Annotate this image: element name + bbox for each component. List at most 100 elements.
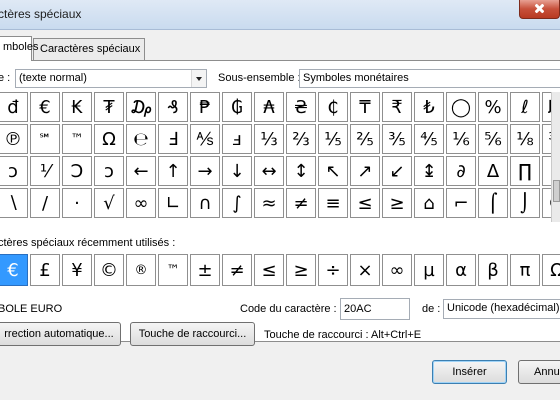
symbol-cell[interactable]: ↄ bbox=[0, 156, 28, 186]
symbol-cell[interactable]: ₵ bbox=[318, 92, 348, 122]
symbol-cell[interactable]: ⅗ bbox=[382, 124, 412, 154]
symbol-cell[interactable]: ≡ bbox=[318, 188, 348, 218]
symbol-cell[interactable]: ℠ bbox=[30, 124, 60, 154]
symbol-cell[interactable]: Ↄ bbox=[62, 156, 92, 186]
symbol-cell[interactable]: ⅘ bbox=[414, 124, 444, 154]
symbol-cell[interactable]: đ bbox=[0, 92, 28, 122]
symbol-cell[interactable]: ↖ bbox=[318, 156, 348, 186]
recent-symbol-cell[interactable]: ∞ bbox=[382, 254, 412, 286]
symbol-cell[interactable]: ⌠ bbox=[478, 188, 508, 218]
symbol-cell[interactable]: √ bbox=[94, 188, 124, 218]
symbol-cell[interactable]: ↑ bbox=[158, 156, 188, 186]
symbol-cell[interactable]: ™ bbox=[62, 124, 92, 154]
encoding-select[interactable]: Unicode (hexadécimal) bbox=[443, 299, 560, 319]
symbol-cell[interactable]: ↓ bbox=[222, 156, 252, 186]
symbol-cell[interactable]: ₹ bbox=[382, 92, 412, 122]
symbol-cell[interactable]: ₰ bbox=[158, 92, 188, 122]
symbol-cell[interactable]: → bbox=[190, 156, 220, 186]
recent-symbol-cell[interactable]: ™ bbox=[158, 254, 188, 286]
close-button[interactable] bbox=[519, 0, 560, 19]
symbol-cell[interactable]: ◯ bbox=[446, 92, 476, 122]
symbol-cell[interactable]: ∩ bbox=[190, 188, 220, 218]
symbol-cell[interactable]: ≠ bbox=[286, 188, 316, 218]
recent-symbol-cell[interactable]: ≠ bbox=[222, 254, 252, 286]
tab-caracteres-speciaux[interactable]: Caractères spéciaux bbox=[33, 38, 145, 60]
symbol-cell[interactable]: ⅙ bbox=[446, 124, 476, 154]
recent-symbol-cell[interactable]: Ω bbox=[542, 254, 560, 286]
symbol-grid-scrollbar[interactable] bbox=[551, 92, 560, 222]
symbol-cell[interactable]: ⅍ bbox=[190, 124, 220, 154]
symbol-cell[interactable]: ₲ bbox=[222, 92, 252, 122]
symbol-cell[interactable]: ∟ bbox=[158, 188, 188, 218]
symbol-cell[interactable]: ⅓ bbox=[254, 124, 284, 154]
symbol-cell[interactable]: ↗ bbox=[350, 156, 380, 186]
recent-symbol-cell[interactable]: £ bbox=[30, 254, 60, 286]
symbol-cell[interactable]: ℓ bbox=[510, 92, 540, 122]
recent-symbol-cell[interactable]: © bbox=[94, 254, 124, 286]
symbol-cell[interactable]: ≈ bbox=[254, 188, 284, 218]
symbol-cell[interactable]: ₺ bbox=[414, 92, 444, 122]
cancel-button[interactable]: Annul bbox=[518, 360, 560, 384]
symbol-cell[interactable]: ₭ bbox=[62, 92, 92, 122]
symbol-cell[interactable]: ₳ bbox=[254, 92, 284, 122]
symbol-cell[interactable]: ∖ bbox=[0, 188, 28, 218]
recent-symbol-cell[interactable]: × bbox=[350, 254, 380, 286]
symbol-cell[interactable]: ≤ bbox=[350, 188, 380, 218]
symbol-cell[interactable]: ₸ bbox=[350, 92, 380, 122]
symbol-cell[interactable]: ← bbox=[126, 156, 156, 186]
recent-symbol-cell[interactable]: ÷ bbox=[318, 254, 348, 286]
recent-symbol-cell[interactable]: ≤ bbox=[254, 254, 284, 286]
symbol-cell[interactable]: % bbox=[478, 92, 508, 122]
symbol-cell[interactable]: ↨ bbox=[414, 156, 444, 186]
symbol-cell[interactable]: ⌐ bbox=[446, 188, 476, 218]
recent-symbol-cell[interactable]: α bbox=[446, 254, 476, 286]
symbol-cell[interactable]: ₮ bbox=[94, 92, 124, 122]
symbol-cell[interactable]: ∞ bbox=[126, 188, 156, 218]
recent-symbol-cell[interactable]: ≥ bbox=[286, 254, 316, 286]
tab-symboles[interactable]: mboles bbox=[0, 36, 38, 61]
symbol-cell[interactable]: ₯ bbox=[126, 92, 156, 122]
symbol-cell[interactable]: ⅚ bbox=[478, 124, 508, 154]
font-select[interactable]: (texte normal) bbox=[15, 69, 207, 88]
symbol-cell[interactable]: ⅟ bbox=[30, 156, 60, 186]
recent-symbol-cell[interactable]: ¥ bbox=[62, 254, 92, 286]
symbol-cell[interactable]: ⌡ bbox=[510, 188, 540, 218]
insert-button[interactable]: Insérer bbox=[432, 360, 507, 384]
recent-symbol-cell[interactable]: β bbox=[478, 254, 508, 286]
symbol-cell[interactable]: ⅎ bbox=[222, 124, 252, 154]
symbol-cell[interactable]: Ω bbox=[94, 124, 124, 154]
symbol-cell[interactable]: ↔ bbox=[254, 156, 284, 186]
symbol-cell[interactable]: ⅔ bbox=[286, 124, 316, 154]
symbol-cell[interactable]: ∫ bbox=[222, 188, 252, 218]
symbol-cell[interactable]: ⅕ bbox=[318, 124, 348, 154]
symbol-cell[interactable]: ∏ bbox=[510, 156, 540, 186]
symbol-cell[interactable]: ∂ bbox=[446, 156, 476, 186]
character-code-field[interactable]: 20AC bbox=[340, 298, 410, 320]
symbol-cell[interactable]: ↙ bbox=[382, 156, 412, 186]
symbol-cell[interactable]: ℗ bbox=[0, 124, 28, 154]
scrollbar-thumb[interactable] bbox=[553, 180, 560, 202]
recent-symbol-cell[interactable]: € bbox=[0, 254, 28, 286]
symbol-cell[interactable]: / bbox=[30, 188, 60, 218]
symbol-cell[interactable]: € bbox=[30, 92, 60, 122]
symbol-cell[interactable]: ↕ bbox=[286, 156, 316, 186]
shortcut-key-button[interactable]: Touche de raccourci... bbox=[130, 322, 255, 346]
recent-symbol-cell[interactable]: π bbox=[510, 254, 540, 286]
subset-select[interactable]: Symboles monétaires bbox=[299, 69, 560, 88]
autocorrect-button[interactable]: rrection automatique... bbox=[0, 322, 121, 346]
font-select-chevron-down-icon[interactable] bbox=[191, 70, 206, 87]
symbol-cell[interactable]: Ⅎ bbox=[158, 124, 188, 154]
symbol-cell[interactable]: ℮ bbox=[126, 124, 156, 154]
recent-symbol-cell[interactable]: µ bbox=[414, 254, 444, 286]
symbol-cell[interactable]: · bbox=[62, 188, 92, 218]
recent-symbol-cell[interactable]: ® bbox=[126, 254, 156, 286]
symbol-cell[interactable]: ≥ bbox=[382, 188, 412, 218]
recent-symbol-cell[interactable]: ± bbox=[190, 254, 220, 286]
symbol-cell[interactable]: Δ bbox=[478, 156, 508, 186]
symbol-cell[interactable]: ₱ bbox=[190, 92, 220, 122]
symbol-cell[interactable]: ↄ bbox=[94, 156, 124, 186]
symbol-cell[interactable]: ⌂ bbox=[414, 188, 444, 218]
symbol-cell[interactable]: ⅖ bbox=[350, 124, 380, 154]
symbol-cell[interactable]: ⅛ bbox=[510, 124, 540, 154]
symbol-cell[interactable]: ₴ bbox=[286, 92, 316, 122]
